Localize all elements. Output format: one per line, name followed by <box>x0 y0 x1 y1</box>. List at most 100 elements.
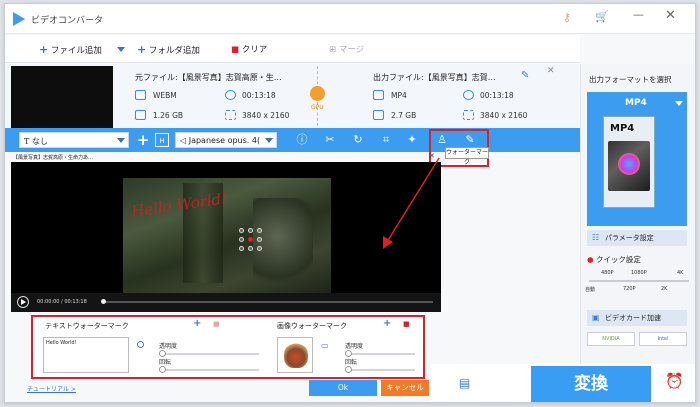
gpu-accel-button[interactable]: ▣ ビデオカード加速 <box>587 310 687 326</box>
image-watermark-thumbnail[interactable] <box>277 337 313 373</box>
watermark-tooltip: ウォーターマーク <box>445 147 489 166</box>
output-clock-icon <box>463 90 474 100</box>
file-info-row: 元ファイル:【風景写真】志賀高原・生… WEBM 00:13:18 1.26 G… <box>5 64 580 128</box>
quick-settings-title: ● クイック設定 <box>587 254 641 265</box>
clear-label: クリア <box>241 45 268 55</box>
image-transparency-slider[interactable] <box>345 350 415 357</box>
toolbar: + ファイル追加 + フォルダ追加 ■ クリア ⊞ マージ <box>5 35 580 63</box>
bottom-bar: ▤ 変換 ⏰ <box>431 364 695 402</box>
play-icon <box>21 299 26 305</box>
info-icon[interactable]: ⓘ <box>295 133 309 147</box>
gpu-icon <box>310 86 325 101</box>
brush-icon[interactable]: ✎ <box>463 133 477 147</box>
ok-button[interactable]: Ok <box>309 380 377 396</box>
playback-bar: 00:00:00 / 00:13:18 <box>11 293 441 312</box>
edit-icon[interactable]: ✎ <box>521 70 529 81</box>
merge-button[interactable]: ⊞ マージ <box>329 43 364 55</box>
source-format: WEBM <box>153 91 177 100</box>
format-selector[interactable]: MP4 MP4 <box>587 92 687 226</box>
output-resolution: 3840 x 2160 <box>480 111 528 120</box>
source-resolution: 3840 x 2160 <box>242 111 290 120</box>
output-format-panel: 出力フォーマットを選択 MP4 MP4 ☷ パラメータ設定 ● クイック設定 4… <box>580 64 695 364</box>
image-rotation-label: 回転 <box>345 359 358 366</box>
edit-toolbar: T なし + H ◁ Japanese opus. 4( ⓘ ✂ ↻ ⌗ ✦ ♙… <box>5 128 580 167</box>
add-subtitle-button[interactable]: + <box>136 133 150 148</box>
delete-image-watermark-icon[interactable]: ■ <box>403 320 410 328</box>
key-icon[interactable]: ⚷ <box>563 11 571 24</box>
audio-select[interactable]: ◁ Japanese opus. 4( <box>175 132 277 148</box>
quality-slider[interactable] <box>589 280 689 282</box>
output-folder-icon[interactable]: ▤ <box>459 376 470 390</box>
text-watermark-input[interactable]: Hello World! <box>43 337 129 373</box>
cart-icon[interactable]: 🛒 <box>595 10 609 23</box>
quality-4k: 4K <box>677 270 684 276</box>
output-format: MP4 <box>391 91 407 100</box>
output-size: 2.7 GB <box>391 111 417 120</box>
annotation-arrow <box>383 157 440 249</box>
chip-icon: ▣ <box>592 313 600 322</box>
select-format-title: 出力フォーマットを選択 <box>589 75 672 84</box>
add-image-watermark-button[interactable]: + <box>383 318 391 329</box>
nvidia-badge[interactable]: NVIDIA <box>587 332 635 346</box>
image-rotation-slider[interactable] <box>345 366 415 373</box>
clear-button[interactable]: ■ クリア <box>231 43 267 55</box>
delete-text-watermark-icon[interactable]: ■ <box>213 320 220 328</box>
quick-settings-label: クイック設定 <box>595 255 641 264</box>
text-settings-radio[interactable] <box>137 341 144 348</box>
watermark-handles[interactable] <box>239 228 263 252</box>
image-transparency-label: 透明度 <box>345 343 364 350</box>
gpu-accel-label: ビデオカード加速 <box>605 314 661 322</box>
crop-icon[interactable]: ⌗ <box>379 133 393 147</box>
mp4-icon-label: MP4 <box>610 123 635 134</box>
intel-label: Intel <box>657 336 669 342</box>
parameter-settings-button[interactable]: ☷ パラメータ設定 <box>587 230 687 246</box>
seek-knob[interactable] <box>101 299 106 304</box>
subtitle-select[interactable]: T なし <box>19 132 129 148</box>
quality-auto: 自動 <box>585 287 596 293</box>
alarm-icon[interactable]: ⏰ <box>665 372 684 390</box>
format-selector-label: MP4 <box>625 98 647 108</box>
mp4-format-icon: MP4 <box>603 116 655 208</box>
add-folder-button[interactable]: + フォルダ追加 <box>137 43 200 56</box>
add-file-dropdown-icon[interactable] <box>117 47 125 52</box>
text-watermark-input-value: Hello World! <box>46 340 77 346</box>
nvidia-label: NVIDIA <box>602 336 620 342</box>
intel-badge[interactable]: Intel <box>639 332 687 346</box>
speaker-icon: ◁ <box>180 136 187 145</box>
cut-icon[interactable]: ✂ <box>323 133 337 147</box>
rotate-icon[interactable]: ↻ <box>351 133 365 147</box>
output-file-label: 出力ファイル:【風景写真】志賀… <box>373 73 496 82</box>
watermark-panel: テキストウォーターマーク + ■ Hello World! 透明度 回転 画像ウ… <box>31 315 425 379</box>
convert-button[interactable]: 変換 <box>531 366 651 402</box>
format-icon <box>135 90 146 100</box>
minimize-button[interactable]: — <box>633 8 644 21</box>
seek-bar[interactable] <box>103 301 433 303</box>
text-transparency-slider[interactable] <box>159 350 259 357</box>
video-thumbnail[interactable] <box>11 66 113 128</box>
effects-icon[interactable]: ✦ <box>405 133 419 147</box>
output-filesize-icon <box>373 110 384 120</box>
folder-icon[interactable]: ▭ <box>321 341 329 350</box>
tutorial-link[interactable]: チュートリアル > <box>27 384 76 393</box>
watermark-icon[interactable]: ♙ <box>435 133 449 147</box>
source-duration: 00:13:18 <box>242 91 276 100</box>
video-frame[interactable]: Hello World! <box>123 178 331 294</box>
quality-480p: 480P <box>601 270 614 276</box>
remove-file-icon[interactable]: ✕ <box>547 66 555 76</box>
output-resolution-icon <box>463 110 474 120</box>
resolution-icon <box>225 110 236 120</box>
hdr-icon[interactable]: H <box>155 133 169 147</box>
turkey-icon <box>284 342 308 368</box>
add-file-button[interactable]: + ファイル追加 <box>39 43 102 56</box>
text-rotation-label: 回転 <box>159 359 172 366</box>
add-text-watermark-button[interactable]: + <box>193 318 201 329</box>
editor-caption: 【風景写真】志賀高原・生命力あ… <box>13 155 94 161</box>
text-watermark-title: テキストウォーターマーク <box>45 322 129 330</box>
cancel-button[interactable]: キャンセル <box>381 380 429 396</box>
app-window: ビデオコンバータ ⚷ 🛒 — ✕ + ファイル追加 + フォルダ追加 ■ クリア… <box>4 3 696 403</box>
text-rotation-slider[interactable] <box>159 366 259 373</box>
quick-settings-icon: ● <box>587 255 594 264</box>
close-button[interactable]: ✕ <box>665 8 676 23</box>
title-bar: ビデオコンバータ ⚷ 🛒 — ✕ <box>5 4 695 34</box>
subtitle-select-value: なし <box>31 137 48 146</box>
